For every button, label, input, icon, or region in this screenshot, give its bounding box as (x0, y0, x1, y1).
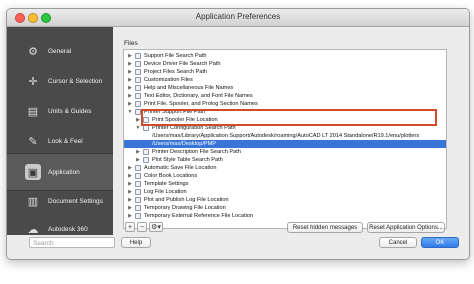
cancel-button[interactable]: Cancel (379, 237, 417, 248)
tree-row[interactable]: ▼ Printer Support File Path (124, 108, 446, 116)
folder-icon (135, 85, 141, 91)
help-button[interactable]: Help (121, 237, 151, 248)
brush-icon: ✎ (28, 135, 38, 148)
main-panel: Files ▶ Support File Search Path ▶ Devic… (121, 27, 463, 259)
folder-icon (135, 197, 141, 203)
title-bar: Application Preferences (7, 9, 469, 27)
disclosure-arrow-icon[interactable]: ▶ (127, 52, 133, 60)
tree-row[interactable]: ▶ Plot Style Table Search Path (124, 156, 446, 164)
folder-icon (143, 125, 149, 131)
sidebar-item-label: Units & Guides (48, 107, 92, 115)
disclosure-arrow-icon[interactable]: ▶ (127, 60, 133, 68)
disclosure-arrow-icon[interactable]: ▶ (127, 180, 133, 188)
ruler-icon: ▤ (27, 105, 39, 118)
folder-icon (135, 189, 141, 195)
disclosure-arrow-icon[interactable]: ▶ (127, 164, 133, 172)
tree-row[interactable]: ▶ Template Settings (124, 180, 446, 188)
tree-row[interactable]: ▶ Temporary External Reference File Loca… (124, 212, 446, 220)
disclosure-arrow-icon[interactable]: ▶ (127, 68, 133, 76)
tree-row-path[interactable]: /Users/max/Library/Application Support/A… (124, 132, 446, 140)
reset-hidden-messages-button[interactable]: Reset hidden messages (287, 222, 363, 233)
disclosure-arrow-icon[interactable]: ▶ (127, 92, 133, 100)
preferences-window: Application Preferences ⚙ General ✛ Curs… (6, 8, 470, 260)
folder-icon (135, 165, 141, 171)
reset-application-options-button[interactable]: Reset Application Options... (367, 222, 445, 233)
disclosure-arrow-icon[interactable]: ▶ (127, 212, 133, 220)
disclosure-arrow-icon[interactable]: ▶ (135, 148, 141, 156)
tree-row[interactable]: ▶ Log File Location (124, 188, 446, 196)
folder-icon (135, 53, 141, 59)
tree-edit-buttons: + − ⚙▾ (125, 222, 163, 232)
sidebar-item-label: Autodesk 360 (48, 225, 88, 233)
disclosure-arrow-icon[interactable]: ▶ (127, 204, 133, 212)
tree-row-path-selected[interactable]: /Users/max/Desktop/PMP (124, 140, 446, 148)
window-title: Application Preferences (195, 12, 281, 21)
disclosure-arrow-icon[interactable]: ▶ (127, 196, 133, 204)
disclosure-arrow-icon[interactable]: ▶ (127, 100, 133, 108)
disclosure-arrow-icon[interactable]: ▶ (135, 116, 141, 124)
disclosure-arrow-icon[interactable]: ▶ (127, 76, 133, 84)
disclosure-arrow-icon[interactable]: ▶ (127, 84, 133, 92)
tree-row[interactable]: ▶ Text Editor, Dictionary, and Font File… (124, 92, 446, 100)
folder-icon (143, 117, 149, 123)
folder-icon (135, 205, 141, 211)
sidebar-item-label: Application (48, 168, 80, 176)
folder-icon (135, 77, 141, 83)
sidebar-item-label: Document Settings (48, 197, 103, 205)
folder-icon (135, 181, 141, 187)
files-label: Files (124, 40, 138, 47)
folder-icon (135, 109, 141, 115)
search-input[interactable]: Search (29, 237, 115, 248)
files-tree[interactable]: ▶ Support File Search Path ▶ Device Driv… (123, 49, 447, 229)
tree-row[interactable]: ▶ Print Spooler File Location (124, 116, 446, 124)
tree-row[interactable]: ▶ Help and Miscellaneous File Names (124, 84, 446, 92)
folder-icon (135, 213, 141, 219)
tree-row[interactable]: ▶ Printer Description File Search Path (124, 148, 446, 156)
tree-row[interactable]: ▶ Print File, Spooler, and Prolog Sectio… (124, 100, 446, 108)
tree-row[interactable]: ▶ Automatic Save File Location (124, 164, 446, 172)
disclosure-arrow-icon[interactable]: ▼ (127, 108, 133, 116)
disclosure-arrow-icon[interactable]: ▶ (127, 172, 133, 180)
tree-row[interactable]: ▶ Project Files Search Path (124, 68, 446, 76)
folder-icon (135, 173, 141, 179)
sidebar-item-label: Cursor & Selection (48, 77, 103, 85)
folder-icon (135, 101, 141, 107)
gear-icon: ⚙ (28, 45, 38, 58)
tree-row[interactable]: ▶ Plot and Publish Log File Location (124, 196, 446, 204)
folder-icon (135, 69, 141, 75)
document-icon: ▥ (27, 195, 39, 208)
sidebar: ⚙ General ✛ Cursor & Selection ▤ Units &… (7, 27, 113, 236)
folder-icon (135, 93, 141, 99)
folder-icon (143, 157, 149, 163)
tree-row[interactable]: ▶ Device Driver File Search Path (124, 60, 446, 68)
remove-path-button[interactable]: − (137, 222, 147, 232)
add-path-button[interactable]: + (125, 222, 135, 232)
tree-row[interactable]: ▶ Temporary Drawing File Location (124, 204, 446, 212)
disclosure-arrow-icon[interactable]: ▶ (135, 156, 141, 164)
tree-row[interactable]: ▼ Printer Configuration Search Path (124, 124, 446, 132)
tree-row[interactable]: ▶ Color Book Locations (124, 172, 446, 180)
sidebar-item-label: Look & Feel (48, 137, 83, 145)
folder-icon (143, 149, 149, 155)
sidebar-item-label: General (48, 47, 72, 55)
disclosure-arrow-icon[interactable]: ▼ (135, 124, 141, 132)
path-options-button[interactable]: ⚙▾ (149, 222, 163, 232)
cursor-icon: ✛ (28, 75, 38, 88)
ok-button[interactable]: OK (421, 237, 459, 248)
tree-row[interactable]: ▶ Support File Search Path (124, 52, 446, 60)
tree-row[interactable]: ▶ Customization Files (124, 76, 446, 84)
cloud-icon: ☁ (27, 223, 39, 236)
disclosure-arrow-icon[interactable]: ▶ (127, 188, 133, 196)
application-icon: ▣ (25, 164, 41, 180)
folder-icon (135, 61, 141, 67)
